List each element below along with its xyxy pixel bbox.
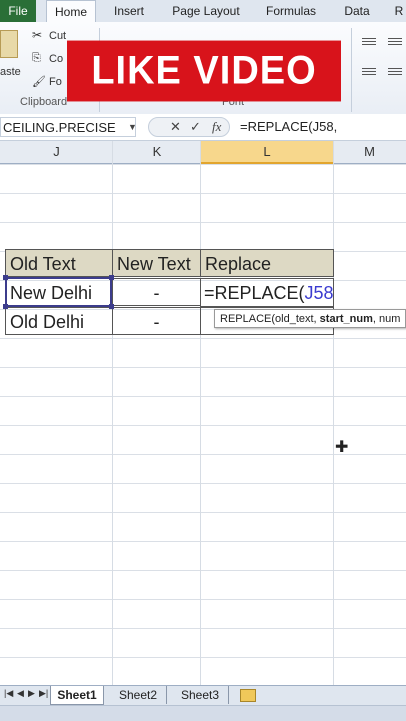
scissors-icon[interactable]: ✂ — [32, 28, 42, 42]
copy-button[interactable]: Co — [49, 53, 63, 65]
align-left-icon[interactable] — [362, 68, 376, 77]
paste-icon[interactable] — [0, 30, 18, 58]
tab-insert[interactable]: Insert — [104, 0, 154, 22]
grid-column-line — [333, 141, 334, 685]
cell-cursor-icon: ✚ — [335, 437, 348, 457]
insert-sheet-icon[interactable] — [240, 689, 256, 702]
sheet-tab-sheet1[interactable]: Sheet1 — [50, 686, 104, 705]
cell-grid[interactable] — [0, 164, 406, 684]
clipboard-group-label: Clipboard — [20, 96, 67, 108]
sheet-tab-sheet2[interactable]: Sheet2 — [110, 686, 167, 704]
tooltip-arg-start-num: start_num — [320, 313, 373, 325]
last-sheet-icon[interactable]: ▶| — [39, 688, 48, 699]
tab-review[interactable]: R — [392, 0, 406, 22]
selection-range — [5, 277, 112, 307]
column-header-l[interactable]: L — [201, 141, 333, 164]
name-box[interactable]: CEILING.PRECISE — [0, 117, 136, 137]
align-center-icon[interactable] — [388, 68, 402, 77]
grid-column-line — [112, 141, 113, 685]
group-divider — [351, 28, 352, 112]
selection-handle[interactable] — [109, 275, 114, 280]
next-sheet-icon[interactable]: ▶ — [28, 688, 35, 699]
first-sheet-icon[interactable]: |◀ — [4, 688, 13, 699]
header-cell-new-text[interactable]: New Text — [112, 249, 201, 277]
tooltip-arg-old-text: old_text, — [275, 313, 320, 325]
sheet-tab-sheet3[interactable]: Sheet3 — [172, 686, 229, 704]
tab-data[interactable]: Data — [336, 0, 378, 22]
formula-prefix: =REPLACE( — [204, 283, 305, 303]
editing-cell[interactable]: =REPLACE(J58, — [200, 278, 334, 307]
tab-formulas[interactable]: Formulas — [258, 0, 324, 22]
status-bar — [0, 705, 406, 721]
align-middle-icon[interactable] — [388, 38, 402, 47]
insert-function-icon[interactable]: fx — [212, 119, 221, 135]
cut-button[interactable]: Cut — [49, 30, 66, 42]
selection-handle[interactable] — [3, 275, 8, 280]
tab-home[interactable]: Home — [46, 0, 96, 24]
header-cell-replace[interactable]: Replace — [200, 249, 334, 277]
name-box-dropdown-icon[interactable]: ▼ — [128, 122, 137, 132]
cancel-icon[interactable]: ✕ — [170, 119, 181, 135]
paste-label[interactable]: aste — [0, 66, 21, 78]
header-cell-old-text[interactable]: Old Text — [5, 249, 113, 277]
grid-column-line — [200, 141, 201, 685]
enter-icon[interactable]: ✓ — [190, 119, 201, 135]
selection-handle[interactable] — [3, 304, 8, 309]
prev-sheet-icon[interactable]: ◀ — [17, 688, 24, 699]
tab-page-layout[interactable]: Page Layout — [164, 0, 248, 22]
tooltip-function: REPLACE( — [220, 313, 275, 325]
format-painter-icon[interactable]: 🖌 — [32, 75, 46, 88]
column-header-k[interactable]: K — [113, 141, 201, 163]
formula-input[interactable]: =REPLACE(J58, — [240, 117, 337, 137]
align-top-icon[interactable] — [362, 38, 376, 47]
tooltip-arg-num: , num — [373, 313, 401, 325]
cell-new-text[interactable]: - — [112, 278, 201, 306]
cell-reference: J58 — [305, 283, 334, 303]
like-video-banner: LIKE VIDEO — [67, 41, 341, 102]
format-painter-button[interactable]: Fo — [49, 76, 62, 88]
cell-old-text[interactable]: Old Delhi — [5, 307, 113, 335]
function-tooltip[interactable]: REPLACE(old_text, start_num, num — [214, 309, 406, 328]
cell-new-text[interactable]: - — [112, 307, 201, 335]
tab-file[interactable]: File — [0, 0, 36, 22]
column-header-j[interactable]: J — [0, 141, 113, 163]
selection-handle[interactable] — [109, 304, 114, 309]
column-header-m[interactable]: M — [333, 141, 406, 163]
copy-icon[interactable]: ⎘ — [32, 52, 41, 65]
